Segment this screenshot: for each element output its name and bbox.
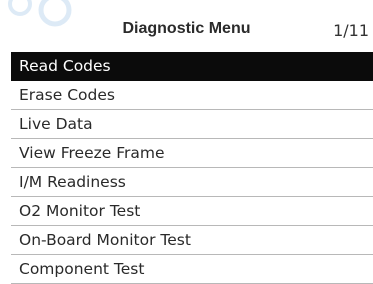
menu-item-live-data[interactable]: Live Data — [11, 110, 373, 139]
menu-item-im-readiness[interactable]: I/M Readiness — [11, 168, 373, 197]
page-indicator: 1/11 — [333, 21, 369, 40]
menu-item-erase-codes[interactable]: Erase Codes — [11, 81, 373, 110]
menu-item-read-codes[interactable]: Read Codes — [11, 52, 373, 81]
menu-item-on-board-monitor-test[interactable]: On-Board Monitor Test — [11, 226, 373, 255]
header-bar: Diagnostic Menu 1/11 — [0, 0, 373, 51]
page-title: Diagnostic Menu — [122, 20, 251, 37]
menu-item-component-test[interactable]: Component Test — [11, 255, 373, 284]
menu-item-view-freeze-frame[interactable]: View Freeze Frame — [11, 139, 373, 168]
diagnostic-menu-list: Read Codes Erase Codes Live Data View Fr… — [11, 52, 373, 284]
menu-item-o2-monitor-test[interactable]: O2 Monitor Test — [11, 197, 373, 226]
